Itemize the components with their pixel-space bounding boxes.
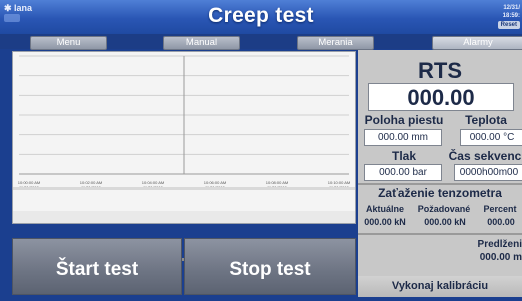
- title-bar: ✱ lana Creep test 12/31/ 18:59: Reset: [0, 0, 522, 34]
- teplota-value: 000.00 °C: [460, 129, 522, 146]
- pozadovane-label: Požadované: [417, 204, 471, 214]
- nav-alarmy[interactable]: Alarmy: [432, 36, 522, 50]
- rts-value: 000.00: [368, 83, 514, 111]
- chart-footer: [12, 211, 356, 224]
- percent-value: 000.00: [487, 217, 515, 227]
- poloha-value: 000.00 mm: [364, 129, 442, 146]
- percent-label: Percent: [483, 204, 517, 214]
- clock-date: 12/31/: [503, 5, 520, 11]
- cas-label: Čas sekvenc: [448, 149, 522, 163]
- aktualne-label: Aktuálne: [365, 204, 404, 214]
- page-title: Creep test: [208, 4, 314, 27]
- stop-test-button[interactable]: Stop test: [184, 238, 356, 295]
- clock-reset-button[interactable]: Reset: [497, 21, 520, 29]
- divider: [358, 233, 522, 235]
- rts-label: RTS: [418, 58, 462, 83]
- nav-bar: Menu Manual Merania Alarmy: [0, 34, 522, 50]
- pozadovane-value: 000.00 kN: [424, 217, 466, 227]
- aktualne-value: 000.00 kN: [364, 217, 406, 227]
- start-test-button[interactable]: Štart test: [12, 238, 182, 295]
- nav-menu[interactable]: Menu: [30, 36, 107, 50]
- tlak-label: Tlak: [391, 149, 416, 163]
- chart-legend-strip: [13, 187, 355, 190]
- cas-value: 0000h00m00: [454, 164, 522, 181]
- trend-chart[interactable]: 10:00:00 AM11/21/200010:02:00 AM11/21/20…: [12, 51, 356, 213]
- poloha-label: Poloha piestu: [364, 113, 444, 127]
- predlzenie-label: Predĺženi: [477, 239, 522, 250]
- nav-merania[interactable]: Merania: [297, 36, 374, 50]
- divider: [358, 183, 522, 185]
- calibrate-button[interactable]: Vykonaj kalibráciu: [358, 276, 522, 297]
- tenzometer-label: Zaťaženie tenzometra: [378, 186, 502, 200]
- nav-manual[interactable]: Manual: [163, 36, 240, 50]
- trend-chart-svg: 10:00:00 AM11/21/200010:02:00 AM11/21/20…: [13, 55, 355, 190]
- clock-time: 18:59:: [502, 13, 520, 19]
- status-panel: RTS 000.00 Poloha piestu Teplota 000.00 …: [358, 50, 522, 297]
- predlzenie-value: 000.00 m: [479, 252, 522, 263]
- clock: 12/31/ 18:59: Reset: [497, 4, 520, 29]
- teplota-label: Teplota: [465, 113, 507, 127]
- tlak-value: 000.00 bar: [364, 164, 442, 181]
